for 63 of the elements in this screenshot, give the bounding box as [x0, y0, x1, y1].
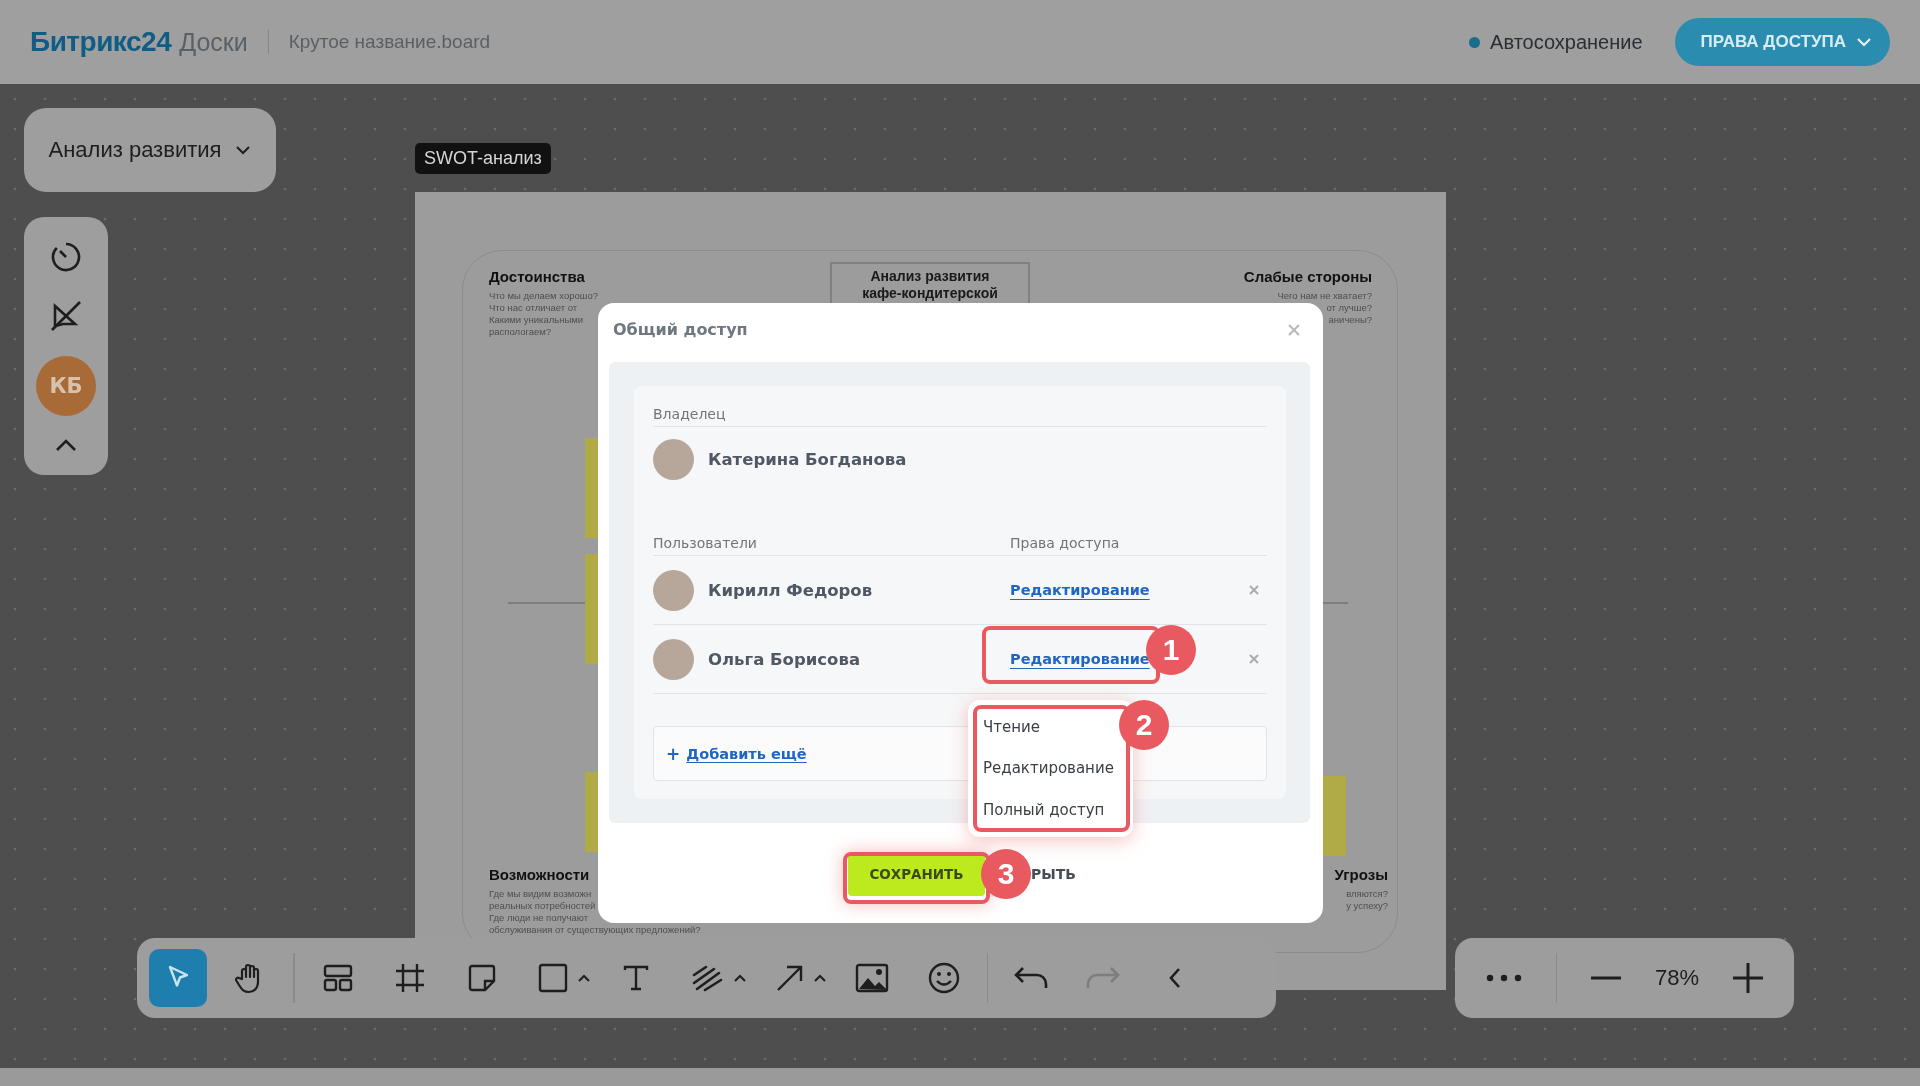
board-title: Анализ развития [870, 268, 990, 285]
quadrant-question: реальных потребностей [489, 900, 596, 912]
close-button[interactable]: РЫТЬ [1031, 866, 1076, 882]
caret-icon [732, 973, 747, 983]
quadrant-question: Чего нам не хватает? [1277, 290, 1372, 302]
autosave-dot-icon [1469, 36, 1481, 48]
brand-logo: Битрикс24 [30, 26, 172, 58]
quadrant-question: Какими уникальными [489, 314, 584, 326]
board-selector[interactable]: Анализ развития [24, 108, 276, 192]
plus-icon: + [666, 743, 681, 764]
product-name: Доски [179, 27, 248, 57]
owner-label: Владелец [653, 406, 726, 422]
quadrant-question: аничены? [1328, 314, 1372, 326]
image-icon [854, 963, 889, 993]
timer-icon[interactable] [49, 240, 83, 274]
quadrant-heading: Угрозы [1334, 866, 1388, 883]
pen-icon [690, 963, 725, 993]
avatar [653, 638, 694, 680]
redo-icon [1086, 965, 1120, 991]
chevron-down-icon [235, 145, 252, 155]
access-level-link[interactable]: Редактирование [1010, 582, 1240, 598]
caret-icon [576, 973, 591, 983]
quadrant-question: Где мы видим возможн [489, 888, 592, 900]
avatar [653, 569, 694, 611]
square-icon [536, 962, 569, 994]
users-column-label: Пользователи [653, 535, 758, 551]
autosave-label: Автосохранение [1490, 30, 1643, 54]
undo-icon [1014, 965, 1048, 991]
quadrant-heading: Слабые стороны [1243, 268, 1372, 285]
layout-icon [321, 962, 354, 994]
frame-label: SWOT-анализ [415, 143, 551, 174]
quadrant-question: Что нас отличает от [489, 302, 578, 314]
quadrant-question: Что мы делаем хорошо? [489, 290, 598, 302]
access-rights-button[interactable]: ПРАВА ДОСТУПА [1674, 18, 1890, 66]
quadrant-heading: Достоинства [489, 268, 585, 285]
user-name: Катерина Богданова [708, 449, 907, 469]
callout-number: 3 [981, 849, 1031, 899]
zoom-in-icon[interactable] [1733, 963, 1764, 993]
more-icon[interactable] [1485, 974, 1522, 982]
add-more-link[interactable]: Добавить ещё [686, 745, 807, 762]
pointer-tool[interactable] [149, 949, 207, 1007]
quadrant-question: обслуживания от существующих предложений? [489, 924, 701, 936]
rights-column-label: Права доступа [1010, 535, 1120, 551]
menu-item[interactable]: Редактирование [968, 755, 1133, 782]
quadrant-question: распологаем? [489, 326, 552, 338]
quadrant-question: Где люди не получают [489, 912, 589, 924]
zoom-level: 78% [1655, 965, 1700, 991]
chevron-up-icon[interactable] [54, 438, 78, 452]
user-name: Кирилл Федоров [708, 580, 874, 600]
smiley-icon [926, 961, 961, 995]
menu-item[interactable]: Полный доступ [968, 797, 1133, 824]
quadrant-heading: Возможности [489, 866, 590, 883]
quadrant-question: у успеху? [1346, 900, 1388, 912]
dialog-title: Общий доступ [613, 320, 748, 339]
avatar [653, 438, 694, 480]
zoom-out-icon[interactable] [1591, 976, 1622, 980]
quadrant-question: от лучше? [1326, 302, 1372, 314]
frame-icon [393, 962, 426, 994]
quadrant-question: вляются? [1346, 888, 1388, 900]
user-name: Ольга Борисова [708, 649, 862, 669]
board-title: кафе-кондитерской [862, 285, 998, 302]
chevron-down-icon [1856, 37, 1872, 47]
caret-icon [812, 973, 827, 983]
